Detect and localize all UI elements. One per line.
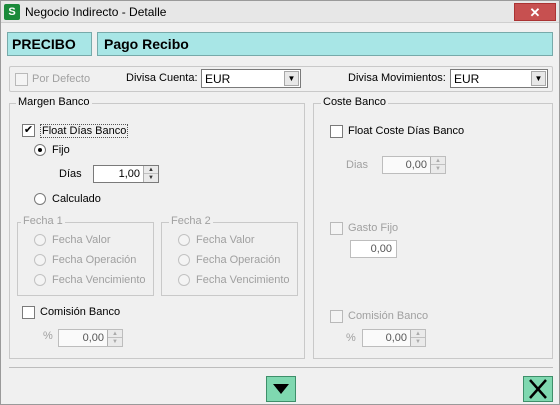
- bottom-separator: [9, 367, 553, 368]
- fecha2-title: Fecha 2: [169, 215, 213, 227]
- comision-banco-label: Comisión Banco: [40, 306, 121, 318]
- dias-value: 1,00: [118, 168, 140, 180]
- fecha2-operacion-label: Fecha Operación: [196, 254, 281, 266]
- gasto-fijo-checkbox[interactable]: [330, 222, 343, 235]
- coste-comision-label: Comisión Banco: [348, 310, 429, 322]
- fecha1-title: Fecha 1: [21, 215, 65, 227]
- comision-pct-label: %: [43, 330, 53, 342]
- window-title: Negocio Indirecto - Detalle: [25, 5, 167, 19]
- spin-up-icon[interactable]: ▲: [411, 330, 425, 338]
- chevron-down-icon: ▼: [284, 71, 299, 86]
- coste-pct-label: %: [346, 332, 356, 344]
- dias-spin-buttons[interactable]: ▲ ▼: [143, 166, 158, 182]
- fecha1-vencimiento-label: Fecha Vencimiento: [52, 274, 146, 286]
- gasto-fijo-field[interactable]: 0,00: [350, 240, 397, 258]
- spin-down-icon[interactable]: ▼: [108, 338, 122, 346]
- down-button[interactable]: [266, 376, 296, 402]
- comision-banco-checkbox[interactable]: [22, 306, 35, 319]
- spin-up-icon[interactable]: ▲: [144, 166, 158, 174]
- float-dias-banco-checkbox[interactable]: ✔: [22, 124, 35, 137]
- fecha2-vencimiento-radio[interactable]: [178, 274, 190, 286]
- calculado-label: Calculado: [52, 193, 101, 205]
- fecha2-valor-label: Fecha Valor: [196, 234, 255, 246]
- name-field[interactable]: Pago Recibo: [97, 32, 553, 56]
- fecha1-valor-label: Fecha Valor: [52, 234, 111, 246]
- fecha1-operacion-label: Fecha Operación: [52, 254, 137, 266]
- divisa-cuenta-value: EUR: [205, 72, 231, 86]
- coste-dias-value: 0,00: [405, 159, 427, 171]
- float-dias-banco-label: Float Días Banco: [40, 124, 129, 138]
- close-icon: [529, 379, 547, 399]
- margen-banco-title: Margen Banco: [16, 96, 92, 108]
- coste-banco-title: Coste Banco: [321, 96, 388, 108]
- divisa-cuenta-label: Divisa Cuenta:: [126, 72, 198, 84]
- por-defecto-label: Por Defecto: [32, 73, 91, 85]
- fecha2-operacion-radio[interactable]: [178, 254, 190, 266]
- divisa-movimientos-value: EUR: [454, 72, 480, 86]
- fecha2-valor-radio[interactable]: [178, 234, 190, 246]
- divisa-movimientos-select[interactable]: EUR ▼: [450, 69, 548, 88]
- calculado-radio[interactable]: [34, 193, 46, 205]
- coste-pct-stepper[interactable]: 0,00 ▲ ▼: [362, 329, 426, 347]
- float-coste-dias-checkbox[interactable]: [330, 125, 343, 138]
- divisa-movimientos-label: Divisa Movimientos:: [348, 72, 446, 84]
- comision-pct-stepper[interactable]: 0,00 ▲ ▼: [58, 329, 123, 347]
- fecha1-operacion-radio[interactable]: [34, 254, 46, 266]
- dias-stepper[interactable]: 1,00 ▲ ▼: [93, 165, 159, 183]
- fijo-label: Fijo: [52, 144, 70, 156]
- coste-comision-checkbox[interactable]: [330, 310, 343, 323]
- code-field[interactable]: PRECIBO: [7, 32, 92, 56]
- window-close-button[interactable]: ✕: [514, 3, 556, 21]
- float-coste-dias-label: Float Coste Días Banco: [348, 125, 465, 137]
- coste-dias-spin-buttons[interactable]: ▲ ▼: [430, 157, 445, 173]
- app-logo-icon: S: [4, 4, 20, 20]
- close-button[interactable]: [523, 376, 553, 402]
- fecha1-vencimiento-radio[interactable]: [34, 274, 46, 286]
- fecha2-vencimiento-label: Fecha Vencimiento: [196, 274, 290, 286]
- spin-up-icon[interactable]: ▲: [108, 330, 122, 338]
- spin-up-icon[interactable]: ▲: [431, 157, 445, 165]
- spin-down-icon[interactable]: ▼: [144, 174, 158, 182]
- coste-dias-stepper[interactable]: 0,00 ▲ ▼: [382, 156, 446, 174]
- comision-pct-value: 0,00: [82, 332, 104, 344]
- gasto-fijo-label: Gasto Fijo: [348, 222, 399, 234]
- spin-down-icon[interactable]: ▼: [411, 338, 425, 346]
- coste-dias-label: Dias: [346, 159, 369, 171]
- dialog-window: S Negocio Indirecto - Detalle ✕ PRECIBO …: [0, 0, 560, 405]
- divisa-cuenta-select[interactable]: EUR ▼: [201, 69, 301, 88]
- coste-pct-value: 0,00: [385, 332, 407, 344]
- title-bar: S Negocio Indirecto - Detalle ✕: [1, 1, 559, 23]
- por-defecto-checkbox[interactable]: [15, 73, 28, 86]
- fijo-radio[interactable]: [34, 144, 46, 156]
- coste-pct-spin-buttons[interactable]: ▲ ▼: [410, 330, 425, 346]
- fecha1-valor-radio[interactable]: [34, 234, 46, 246]
- chevron-down-icon: ▼: [531, 71, 546, 86]
- dias-label: Días: [59, 168, 82, 180]
- spin-down-icon[interactable]: ▼: [431, 165, 445, 173]
- comision-spin-buttons[interactable]: ▲ ▼: [107, 330, 122, 346]
- down-arrow-icon: [273, 384, 289, 394]
